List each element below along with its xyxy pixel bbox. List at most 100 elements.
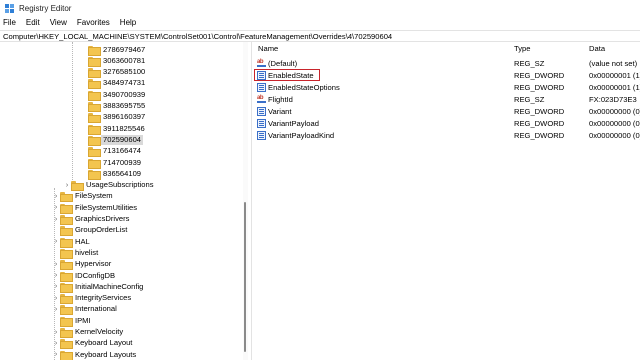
tree-item[interactable]: › UsageSubscriptions xyxy=(63,180,156,192)
chevron-right-icon[interactable]: › xyxy=(52,215,60,224)
title-bar: Registry Editor xyxy=(0,0,640,16)
chevron-right-icon[interactable] xyxy=(52,316,60,325)
folder-icon xyxy=(60,237,73,248)
chevron-right-icon[interactable]: › xyxy=(63,181,71,190)
window-title: Registry Editor xyxy=(19,3,72,13)
tree-item[interactable]: 714700939 xyxy=(88,157,143,169)
tree-item-selected[interactable]: 702590604 xyxy=(88,134,144,146)
tree-item[interactable]: › IntegrityServices xyxy=(52,293,133,305)
tree-item[interactable]: 836564109 xyxy=(88,168,143,180)
tree-scrollbar[interactable] xyxy=(243,42,248,360)
tree-item-label: IntegrityServices xyxy=(75,293,132,303)
folder-icon xyxy=(88,113,101,124)
tree-item-label: InitialMachineConfig xyxy=(75,281,144,291)
tree-item-label: KernelVelocity xyxy=(75,327,124,336)
string-value-icon: ab xyxy=(257,95,266,104)
address-bar[interactable]: Computer\HKEY_LOCAL_MACHINE\SYSTEM\Contr… xyxy=(0,30,640,42)
chevron-right-icon[interactable]: › xyxy=(52,271,60,280)
tree-item[interactable]: › International xyxy=(52,304,119,316)
tree-item[interactable]: › Keyboard Layouts xyxy=(52,349,138,360)
value-data: 0x00000001 (1) xyxy=(589,83,640,92)
tree-item-label: GraphicsDrivers xyxy=(75,214,130,223)
chevron-right-icon[interactable]: › xyxy=(52,192,60,201)
value-row[interactable]: Variant REG_DWORD 0x00000000 (0) xyxy=(252,106,640,118)
tree-item[interactable]: hivelist xyxy=(52,247,100,259)
chevron-right-icon[interactable] xyxy=(52,226,60,235)
menu-help[interactable]: Help xyxy=(115,18,141,27)
folder-icon xyxy=(71,181,84,192)
chevron-right-icon[interactable]: › xyxy=(52,282,60,291)
tree-item-label: International xyxy=(75,304,117,314)
chevron-right-icon[interactable]: › xyxy=(52,305,60,314)
menu-favorites[interactable]: Favorites xyxy=(72,18,115,27)
value-name: FlightId xyxy=(268,95,293,104)
tree-item-label: 836564109 xyxy=(103,168,142,178)
chevron-right-icon[interactable]: › xyxy=(52,339,60,348)
folder-icon xyxy=(60,226,73,237)
value-row[interactable]: ab FlightId REG_SZ FX:023D73E3 xyxy=(252,94,640,106)
tree-item[interactable]: › Hypervisor xyxy=(52,259,113,271)
dword-value-icon xyxy=(257,83,266,92)
menu-file[interactable]: File xyxy=(0,18,21,27)
folder-icon xyxy=(60,328,73,338)
value-type: REG_DWORD xyxy=(514,71,565,80)
tree-item-label: 3911825546 xyxy=(103,123,145,133)
folder-icon xyxy=(88,158,101,169)
tree-guide-line xyxy=(72,42,73,182)
tree-item[interactable]: 713166474 xyxy=(88,146,143,158)
scrollbar-thumb[interactable] xyxy=(244,202,246,352)
values-list[interactable]: Name Type Data ab (Default) REG_SZ (valu… xyxy=(252,42,640,360)
chevron-right-icon[interactable]: › xyxy=(52,350,60,359)
tree-item[interactable]: › Keyboard Layout xyxy=(52,338,134,350)
tree-item[interactable]: 2786979467 xyxy=(88,44,147,56)
chevron-right-icon[interactable]: › xyxy=(52,328,60,337)
tree-item[interactable]: 3911825546 xyxy=(88,123,147,135)
tree-item[interactable]: › HAL xyxy=(52,236,92,248)
chevron-right-icon[interactable]: › xyxy=(52,260,60,269)
column-header-data[interactable]: Data xyxy=(589,44,605,53)
tree-item[interactable]: 3484974731 xyxy=(88,78,147,90)
tree-item[interactable]: 3063600781 xyxy=(88,55,147,67)
tree-item-label: IPMI xyxy=(75,315,91,325)
tree-item-label: Hypervisor xyxy=(75,259,112,269)
chevron-right-icon[interactable]: › xyxy=(52,203,60,212)
address-path: Computer\HKEY_LOCAL_MACHINE\SYSTEM\Contr… xyxy=(3,31,393,41)
menu-edit[interactable]: Edit xyxy=(21,18,45,27)
chevron-right-icon[interactable]: › xyxy=(52,294,60,303)
tree-item[interactable]: IPMI xyxy=(52,315,93,327)
tree-item[interactable]: › InitialMachineConfig xyxy=(52,281,145,293)
tree-item[interactable]: › KernelVelocity xyxy=(52,327,125,338)
value-type: REG_SZ xyxy=(514,95,545,104)
dword-value-icon xyxy=(257,131,266,140)
folder-icon xyxy=(88,90,101,101)
tree-item[interactable]: 3883695755 xyxy=(88,101,147,112)
value-type: REG_DWORD xyxy=(514,131,565,140)
tree-item[interactable]: 3276585100 xyxy=(88,67,147,79)
value-row[interactable]: ab (Default) REG_SZ (value not set) xyxy=(252,58,640,70)
tree-item-label: HAL xyxy=(75,236,90,246)
tree-item[interactable]: › IDConfigDB xyxy=(52,270,117,282)
chevron-right-icon[interactable]: › xyxy=(52,237,60,246)
tree-item[interactable]: 3490700939 xyxy=(88,89,147,101)
folder-icon xyxy=(88,68,101,79)
menu-view[interactable]: View xyxy=(45,18,72,27)
value-row[interactable]: VariantPayloadKind REG_DWORD 0x00000000 … xyxy=(252,130,640,142)
folder-icon xyxy=(60,316,73,327)
folder-icon xyxy=(60,192,73,203)
chevron-right-icon[interactable] xyxy=(52,248,60,257)
tree-item[interactable]: › FileSystemUtilities xyxy=(52,202,139,214)
folder-icon xyxy=(88,147,101,158)
folder-icon xyxy=(60,339,73,350)
tree-item[interactable]: › FileSystem xyxy=(52,191,115,203)
folder-icon xyxy=(60,305,73,316)
value-row[interactable]: EnabledStateOptions REG_DWORD 0x00000001… xyxy=(252,82,640,94)
folder-icon xyxy=(88,79,101,90)
column-header-type[interactable]: Type xyxy=(514,44,530,53)
tree-item[interactable]: › GraphicsDrivers xyxy=(52,214,131,225)
key-tree[interactable]: 2786979467 3063600781 3276585100 3484974… xyxy=(0,42,243,360)
column-header-name[interactable]: Name xyxy=(258,44,278,53)
value-name: EnabledStateOptions xyxy=(268,83,340,92)
tree-item[interactable]: 3896160397 xyxy=(88,112,147,124)
value-row[interactable]: VariantPayload REG_DWORD 0x00000000 (0) xyxy=(252,118,640,130)
tree-item[interactable]: GroupOrderList xyxy=(52,225,129,237)
